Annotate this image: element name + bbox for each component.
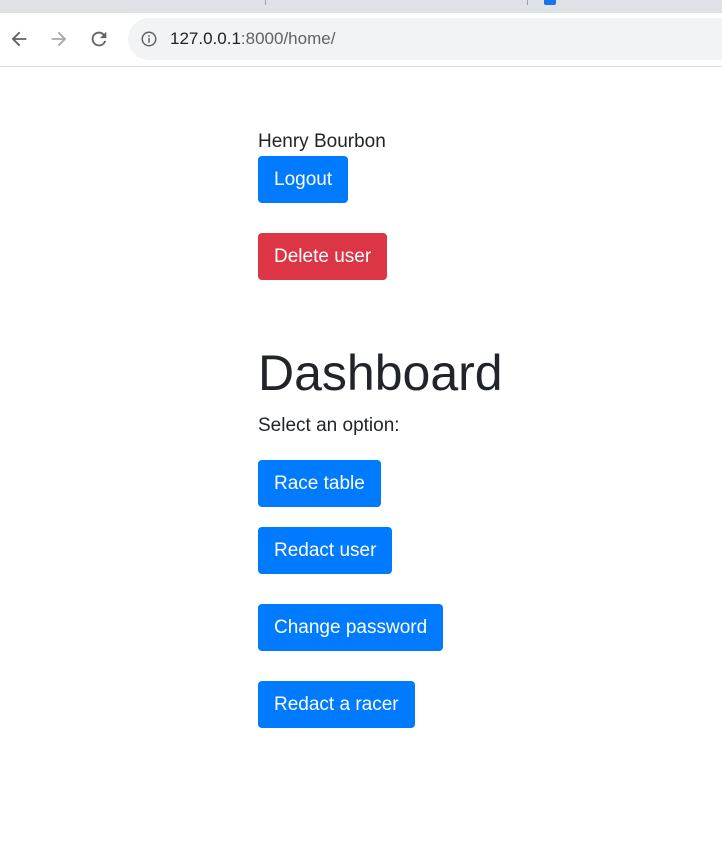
arrow-left-icon (11, 31, 27, 47)
change-password-button[interactable]: Change password (258, 604, 444, 651)
tab-favicon[interactable] (544, 0, 556, 5)
tab-separator (527, 0, 528, 5)
logout-button[interactable]: Logout (258, 156, 349, 203)
redact-racer-button[interactable]: Redact a racer (258, 681, 415, 728)
forward-button[interactable] (44, 24, 74, 54)
url-text[interactable]: 127.0.0.1:8000/home/ (170, 29, 335, 49)
url-path: :8000/home/ (240, 29, 336, 48)
username-label: Henry Bourbon (258, 131, 386, 152)
url-host: 127.0.0.1 (170, 29, 241, 48)
tab-strip (0, 0, 722, 13)
page-title: Dashboard (258, 345, 503, 401)
reload-icon (91, 31, 107, 47)
address-bar[interactable]: 127.0.0.1:8000/home/ (128, 18, 722, 60)
tab-separator (265, 0, 266, 5)
back-button[interactable] (4, 24, 34, 54)
options-prompt: Select an option: (258, 415, 400, 436)
delete-user-button[interactable]: Delete user (258, 233, 388, 280)
arrow-right-icon (51, 31, 67, 47)
redact-user-button[interactable]: Redact user (258, 527, 393, 574)
info-icon[interactable] (140, 30, 158, 48)
browser-toolbar: 127.0.0.1:8000/home/ (0, 0, 722, 67)
reload-button[interactable] (84, 24, 114, 54)
race-table-button[interactable]: Race table (258, 460, 381, 507)
